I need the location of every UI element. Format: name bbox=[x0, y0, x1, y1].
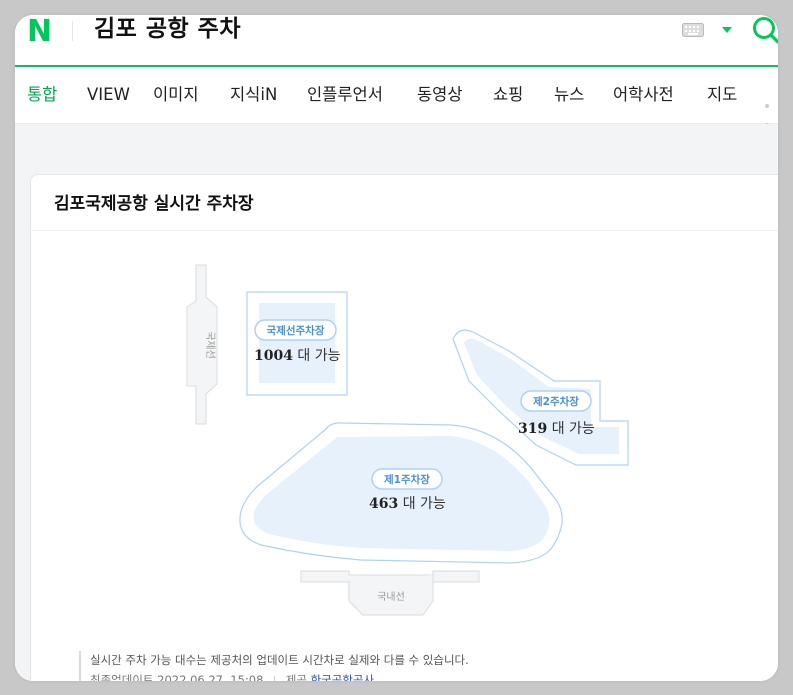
international-lot-area[interactable] bbox=[259, 303, 335, 383]
card-title: 김포국제공항 실시간 주차장 bbox=[54, 194, 254, 214]
domestic-terminal-label: 국내선 bbox=[377, 591, 405, 603]
lot1-pill: 제1주차장 bbox=[371, 468, 443, 490]
search-input[interactable]: 김포 공항 주차 bbox=[94, 15, 241, 45]
provider-label: 제공 bbox=[285, 673, 307, 681]
provider-link[interactable]: 한국공항공사 bbox=[311, 673, 374, 681]
international-terminal-label: 국제선 bbox=[204, 331, 216, 359]
search-header: N 김포 공항 주차 bbox=[15, 15, 778, 65]
tab-video[interactable]: 동영상 bbox=[417, 67, 463, 123]
international-lot-unit: 대 가능 bbox=[297, 348, 341, 364]
tab-dictionary[interactable]: 어학사전 bbox=[613, 67, 674, 123]
lot1-name: 제1주차장 bbox=[384, 473, 430, 486]
lot1-unit: 대 가능 bbox=[402, 496, 446, 512]
lot2-availability: 319 대 가능 bbox=[518, 418, 595, 438]
updated-time: 2022.06.27. 15:08 bbox=[157, 673, 264, 681]
lot2-name: 제2주차장 bbox=[533, 395, 579, 408]
tab-influencer[interactable]: 인플루언서 bbox=[307, 67, 383, 123]
tab-integrated[interactable]: 통합 bbox=[27, 67, 57, 123]
tab-view[interactable]: VIEW bbox=[87, 67, 130, 123]
naver-logo[interactable]: N bbox=[27, 17, 53, 47]
info-separator bbox=[274, 675, 276, 681]
header-divider bbox=[72, 21, 73, 41]
international-lot-count: 1004 bbox=[254, 348, 293, 364]
tab-shopping[interactable]: 쇼핑 bbox=[493, 67, 523, 123]
update-info: 최종업데이트 2022.06.27. 15:08 제공 한국공항공사 bbox=[90, 669, 469, 681]
search-icon[interactable] bbox=[752, 16, 778, 44]
parking-map: 국제선 국제선주차장 제2주차장 제1주차장 국내선 bbox=[186, 264, 629, 616]
updated-label: 최종업데이트 bbox=[90, 673, 154, 681]
browser-window: N 김포 공항 주차 통합 VIEW 이미지 지식iN 인플루언서 동영상 쇼핑… bbox=[15, 15, 778, 681]
tab-knowledge-in[interactable]: 지식iN bbox=[230, 67, 277, 123]
lot2-count: 319 bbox=[518, 421, 548, 437]
dropdown-arrow-icon[interactable] bbox=[721, 25, 733, 35]
search-tabs: 통합 VIEW 이미지 지식iN 인플루언서 동영상 쇼핑 뉴스 어학사전 지도 bbox=[15, 67, 778, 146]
international-lot-pill: 국제선주차장 bbox=[254, 319, 337, 341]
lot1-availability: 463 대 가능 bbox=[369, 493, 446, 513]
tab-map[interactable]: 지도 bbox=[707, 67, 737, 123]
lot1-count: 463 bbox=[369, 496, 399, 512]
parking-card: 김포국제공항 실시간 주차장 국제선 국제선주차장 제2주차장 제1주차장 국내… bbox=[30, 174, 778, 681]
update-notice: 실시간 주차 가능 대수는 제공처의 업데이트 시간차로 실제와 다를 수 있습… bbox=[79, 651, 469, 681]
international-lot-availability: 1004 대 가능 bbox=[254, 345, 341, 365]
tab-news[interactable]: 뉴스 bbox=[554, 67, 584, 123]
lot2-pill: 제2주차장 bbox=[520, 390, 592, 412]
international-lot-name: 국제선주차장 bbox=[267, 324, 325, 337]
keyboard-icon[interactable] bbox=[682, 23, 704, 37]
lot2-unit: 대 가능 bbox=[551, 421, 595, 437]
notice-text: 실시간 주차 가능 대수는 제공처의 업데이트 시간차로 실제와 다를 수 있습… bbox=[90, 653, 469, 667]
search-results: 김포국제공항 실시간 주차장 국제선 국제선주차장 제2주차장 제1주차장 국내… bbox=[15, 124, 778, 681]
tab-images[interactable]: 이미지 bbox=[153, 67, 199, 123]
